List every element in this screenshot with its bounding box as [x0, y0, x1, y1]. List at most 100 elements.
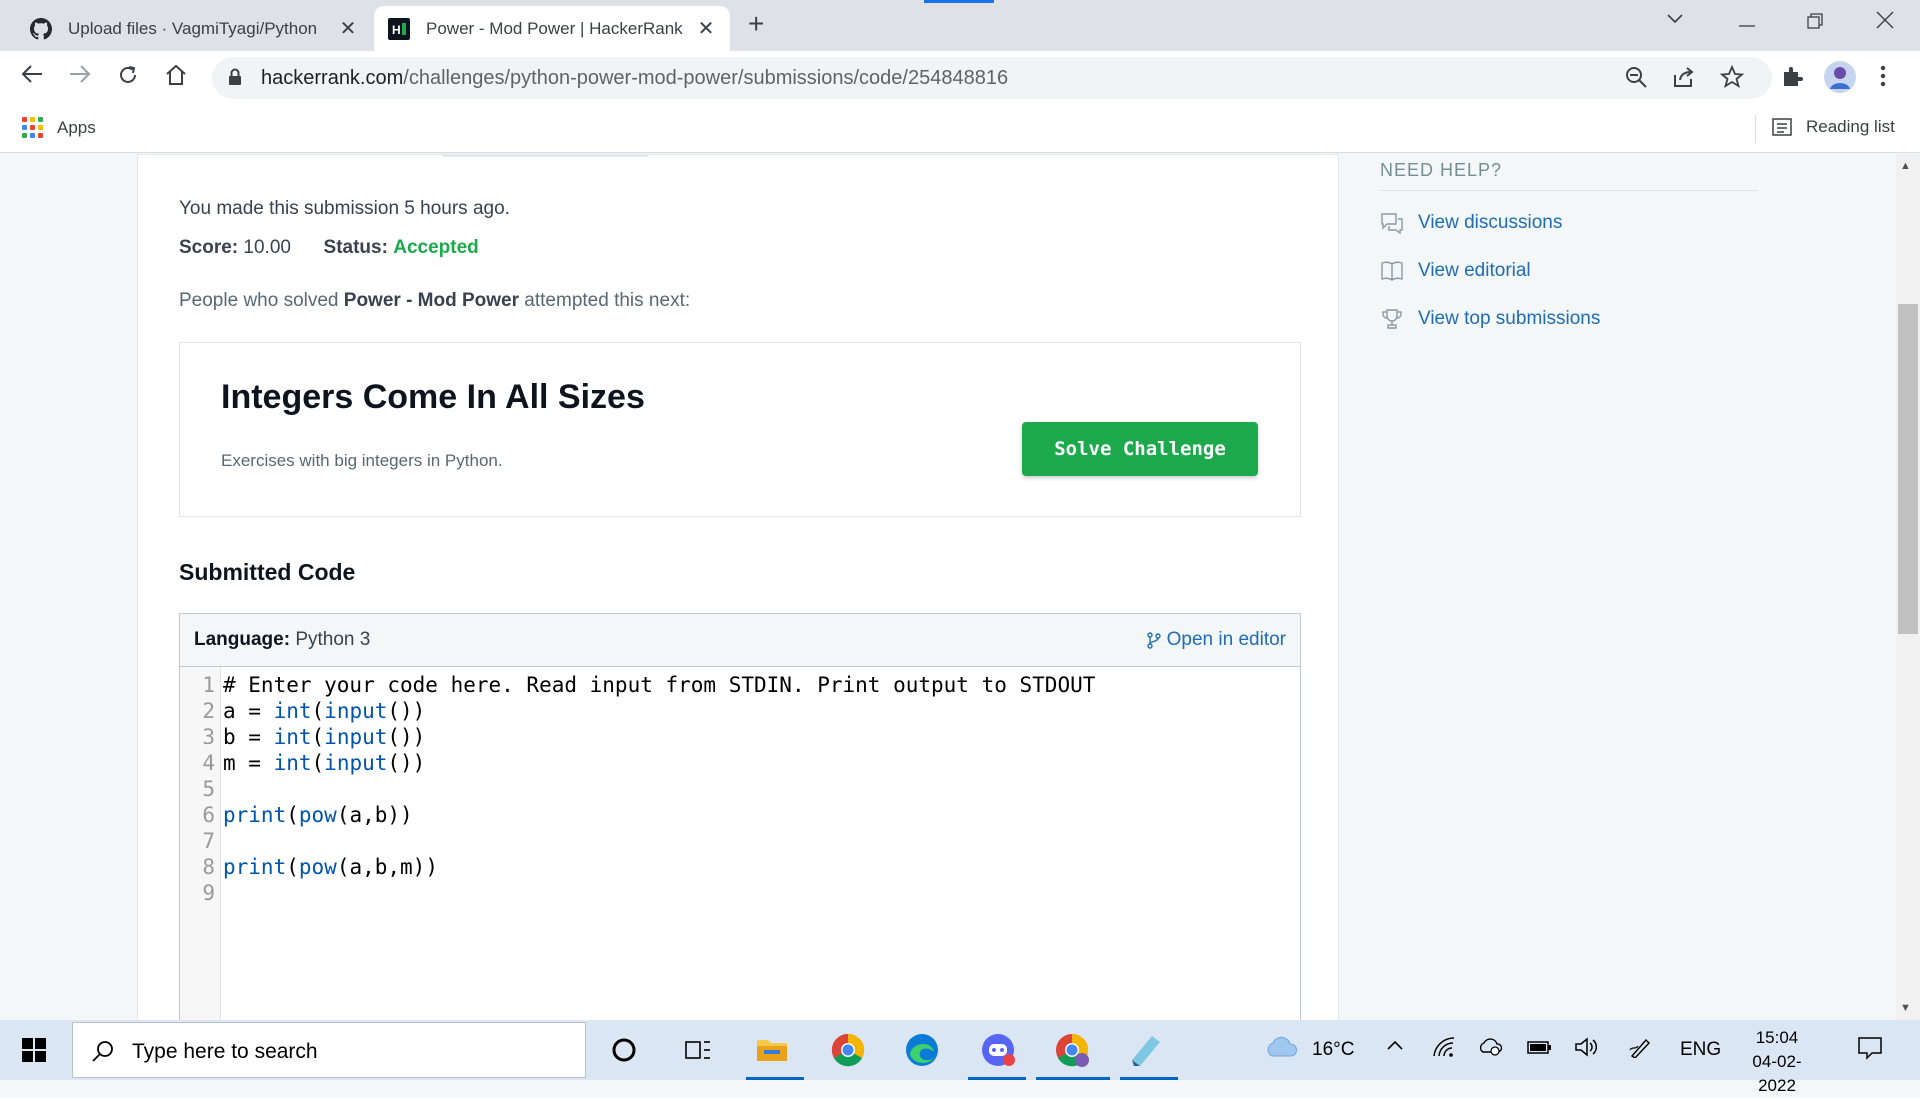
code-panel: Language: Python 3 Open in editor 1 # Ent… — [179, 613, 1301, 1020]
branch-icon — [1146, 632, 1161, 649]
notepad-app-icon[interactable] — [1128, 1032, 1164, 1068]
volume-icon[interactable] — [1574, 1036, 1600, 1064]
minimize-icon[interactable] — [1738, 12, 1756, 35]
score-label: Score: — [179, 237, 239, 258]
line-number: 6 — [202, 803, 215, 827]
code-text: a = int(input()) — [223, 699, 426, 723]
line-number: 1 — [202, 673, 215, 697]
restore-icon[interactable] — [1806, 12, 1824, 36]
open-in-editor-link[interactable]: Open in editor — [1146, 629, 1286, 651]
language-value: Python 3 — [295, 629, 371, 650]
tab-close-icon[interactable]: ✕ — [696, 16, 716, 41]
back-arrow-icon[interactable] — [20, 63, 44, 92]
view-top-submissions-link[interactable]: View top submissions — [1380, 308, 1600, 330]
code-line: 9 — [180, 880, 1300, 906]
wifi-icon[interactable] — [1432, 1036, 1456, 1064]
code-builtin-token: pow — [298, 855, 337, 879]
bookmarks-bar: Apps Reading list — [0, 105, 1920, 153]
next-challenge-title[interactable]: Integers Come In All Sizes — [221, 378, 645, 417]
svg-text:H: H — [392, 23, 401, 37]
people-suffix: attempted this next: — [519, 290, 691, 311]
onedrive-icon[interactable] — [1478, 1036, 1504, 1064]
notification-center-icon[interactable] — [1856, 1034, 1884, 1068]
discord-icon[interactable] — [980, 1032, 1016, 1068]
battery-icon[interactable] — [1526, 1037, 1554, 1063]
status-badge: Accepted — [393, 237, 479, 258]
submission-time-text: You made this submission 5 hours ago. — [179, 198, 510, 219]
code-builtin-token: input — [324, 699, 388, 723]
chrome-icon[interactable] — [830, 1032, 866, 1068]
close-window-icon[interactable] — [1875, 10, 1895, 36]
reading-list-icon — [1772, 118, 1792, 136]
new-tab-button[interactable]: + — [748, 8, 764, 40]
line-number: 3 — [202, 725, 215, 749]
tab-search-chevron-icon[interactable] — [1666, 8, 1684, 31]
star-bookmark-icon[interactable] — [1719, 64, 1745, 95]
weather-temperature[interactable]: 16°C — [1312, 1039, 1354, 1061]
tab-loading-bar — [924, 0, 994, 3]
code-builtin-token: int — [273, 725, 312, 749]
share-icon[interactable] — [1672, 65, 1696, 95]
submitted-code-heading: Submitted Code — [179, 559, 356, 585]
code-builtin-token: int — [273, 751, 312, 775]
show-hidden-icons-chevron-icon[interactable] — [1386, 1036, 1404, 1058]
line-number: 9 — [202, 881, 215, 905]
line-number: 4 — [202, 751, 215, 775]
code-block[interactable]: 1 # Enter your code here. Read input from… — [180, 672, 1300, 906]
forward-arrow-icon[interactable] — [68, 63, 92, 92]
hackerrank-icon: H — [388, 17, 410, 40]
code-line: 7 — [180, 828, 1300, 854]
edge-icon[interactable] — [904, 1032, 940, 1068]
cortana-icon[interactable] — [606, 1032, 642, 1068]
view-editorial-label: View editorial — [1418, 260, 1531, 281]
code-line: 1 # Enter your code here. Read input from… — [180, 672, 1300, 698]
submission-card: You made this submission 5 hours ago. Sc… — [137, 154, 1339, 1020]
windows-taskbar: Type here to search 16°C ENG 15:04 04-02… — [0, 1020, 1920, 1095]
search-icon — [92, 1041, 113, 1062]
code-builtin-token: input — [324, 725, 388, 749]
scroll-down-arrow-icon[interactable]: ▼ — [1900, 1002, 1911, 1014]
status-label: Status: — [323, 237, 388, 258]
input-language-indicator[interactable]: ENG — [1680, 1039, 1721, 1061]
need-help-divider — [1380, 190, 1758, 191]
taskbar-clock[interactable]: 15:04 04-02-2022 — [1735, 1026, 1819, 1098]
score-status-line: Score: 10.00 Status: Accepted — [179, 237, 479, 259]
tab-underline-divider — [443, 155, 648, 157]
taskbar-search-box[interactable]: Type here to search — [72, 1022, 586, 1078]
tab-github-upload[interactable]: Upload files · VagmiTyagi/Python ✕ — [16, 6, 372, 51]
kebab-menu-icon[interactable] — [1880, 65, 1886, 93]
browser-toolbar: hackerrank.com/challenges/python-power-m… — [0, 51, 1920, 105]
view-discussions-link[interactable]: View discussions — [1380, 212, 1562, 234]
taskbar-search-placeholder: Type here to search — [132, 1040, 318, 1063]
scroll-up-arrow-icon[interactable]: ▲ — [1900, 160, 1911, 172]
chrome-profile-icon[interactable] — [1054, 1032, 1090, 1068]
address-bar[interactable]: hackerrank.com/challenges/python-power-m… — [212, 57, 1772, 99]
clock-date: 04-02-2022 — [1752, 1052, 1802, 1095]
tab-hackerrank-power-mod[interactable]: H Power - Mod Power | HackerRank ✕ — [374, 6, 730, 51]
reading-list-button[interactable]: Reading list — [1772, 117, 1895, 137]
tab-title: Upload files · VagmiTyagi/Python — [68, 18, 318, 38]
task-view-icon[interactable] — [680, 1032, 716, 1068]
file-explorer-icon[interactable] — [754, 1032, 790, 1068]
code-text: b = int(input()) — [223, 725, 426, 749]
scrollbar-thumb[interactable] — [1898, 304, 1918, 634]
extensions-puzzle-icon[interactable] — [1780, 65, 1804, 95]
windows-start-icon[interactable] — [22, 1038, 46, 1062]
bookmark-apps[interactable]: Apps — [22, 117, 96, 138]
language-indicator: Language: Python 3 — [194, 629, 370, 651]
zoom-icon[interactable] — [1624, 65, 1648, 95]
book-icon — [1381, 261, 1403, 281]
weather-cloud-icon[interactable] — [1264, 1034, 1298, 1066]
reload-icon[interactable] — [116, 63, 140, 94]
code-builtin-token: print — [223, 855, 287, 879]
profile-avatar[interactable] — [1824, 61, 1856, 99]
home-icon[interactable] — [164, 63, 188, 94]
pen-workspace-icon[interactable] — [1628, 1036, 1652, 1064]
tab-close-icon[interactable]: ✕ — [338, 16, 358, 41]
code-line: 2 a = int(input()) — [180, 698, 1300, 724]
solve-challenge-button[interactable]: Solve Challenge — [1022, 422, 1258, 476]
next-challenge-description: Exercises with big integers in Python. — [221, 451, 503, 470]
view-editorial-link[interactable]: View editorial — [1380, 260, 1531, 282]
people-also-attempted-text: People who solved Power - Mod Power atte… — [179, 290, 690, 312]
